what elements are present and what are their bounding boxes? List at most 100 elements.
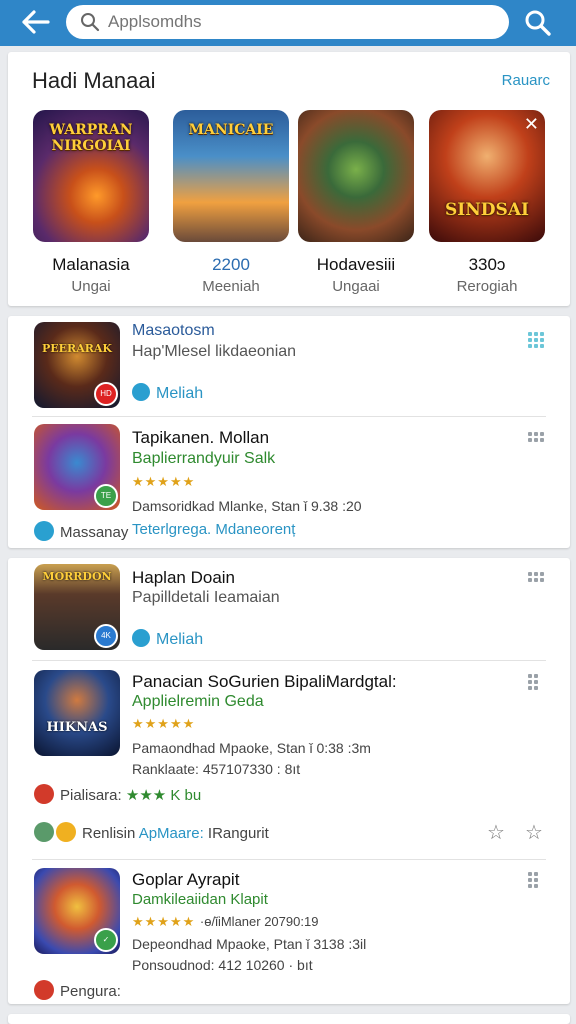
- divider: [32, 416, 546, 417]
- row-footer: Renlisin ApMaare: IRangurit: [34, 822, 269, 842]
- app-meta: Damsoridkad Mlanke, Stan ǐ 9.38 :20: [132, 498, 362, 514]
- app-meta: Depeondhad Mpaoke, Ptan ǐ 3138 :3il: [132, 936, 367, 952]
- more-vert-icon[interactable]: [528, 432, 544, 448]
- row-footer: Pialisara: ★★★ K bu: [34, 784, 201, 804]
- icon-label: PEERARAK: [42, 342, 112, 355]
- info-icon: [34, 980, 54, 1000]
- more-vert-icon[interactable]: [528, 572, 544, 588]
- app-subtitle: Rerogiah: [456, 278, 518, 295]
- app-meta: Ponsoudnod: 412 10260 · bıt: [132, 957, 313, 973]
- featured-app[interactable]: MANICAIE 2200 Meeniah: [173, 110, 289, 300]
- emoji-icon: [56, 822, 76, 842]
- divider: [32, 859, 546, 860]
- star-outline-icon[interactable]: ☆: [525, 820, 543, 845]
- star-outline-icon[interactable]: ☆: [487, 820, 505, 845]
- more-vert-icon[interactable]: [528, 674, 538, 692]
- rating-stars: ★★★★★: [132, 474, 196, 489]
- app-subtitle: Ungai: [71, 278, 111, 295]
- app-icon: MORRDON 4K: [34, 564, 120, 650]
- app-subtitle: Hap'Mlesel likdaeonian: [132, 343, 297, 360]
- app-title: Panacian SoGurien BipaliMardgtal:: [132, 672, 397, 691]
- app-artwork: WARPRAN NIRGOIAI: [33, 110, 149, 242]
- search-icon[interactable]: [523, 8, 553, 38]
- search-input[interactable]: [108, 11, 488, 33]
- art-label: WARPRAN NIRGOIAI: [49, 122, 133, 154]
- app-subtitle: Meeniah: [202, 278, 260, 295]
- app-subtitle: Damkileaiidan Klapit: [132, 891, 268, 908]
- tag-icon: [132, 629, 150, 647]
- footer-label: Renlisin: [82, 825, 136, 842]
- next-card: [8, 1014, 570, 1024]
- top-app-bar: [0, 0, 576, 46]
- list-item[interactable]: HIKNAS Panacian SoGurien BipaliMardgtal:…: [8, 666, 570, 816]
- install-link[interactable]: Meliah: [132, 629, 203, 649]
- app-title: Goplar Ayrapit: [132, 870, 240, 889]
- rating-detail: ·ɵ/ǐiMlaner 20790:19: [199, 914, 319, 929]
- link-label: Meliah: [156, 631, 204, 648]
- rating-stars: ★★★★★ ·ɵ/ǐiMlaner 20790:19: [132, 914, 318, 930]
- badge-icon: TE: [94, 484, 118, 508]
- info-icon: [34, 784, 54, 804]
- app-artwork: MANICAIE: [173, 110, 289, 242]
- app-subtitle: Papilldetali Ieamaian: [132, 589, 280, 606]
- divider: [32, 660, 546, 661]
- featured-app[interactable]: Hodavesiii Ungaai: [298, 110, 414, 300]
- section-title: Hadi Manaai: [32, 68, 156, 93]
- featured-app[interactable]: WARPRAN NIRGOIAI Malanasia Ungai: [33, 110, 149, 300]
- app-icon: ✓: [34, 868, 120, 954]
- row-footer: Massanay: [34, 521, 128, 541]
- app-title: Tapikanen. Mollan: [132, 428, 270, 447]
- info-icon: [34, 521, 54, 541]
- more-vert-icon[interactable]: [528, 332, 544, 348]
- footer-label: Massanay: [60, 524, 129, 541]
- row-footer: Pengura:: [34, 980, 121, 1000]
- app-icon: TE: [34, 424, 120, 510]
- footer-link[interactable]: Teterlgrega. Mdaneorenț: [132, 521, 295, 538]
- badge-icon: HD: [94, 382, 118, 406]
- list-item[interactable]: Renlisin ApMaare: IRangurit ☆ ☆: [8, 820, 570, 856]
- app-title: Haplan Doain: [132, 568, 236, 587]
- stars: ★★★★★: [132, 914, 196, 929]
- footer-rating: ★★★ K bu: [125, 787, 202, 804]
- list-item[interactable]: TE Tapikanen. Mollan Baplierrandyuir Sal…: [8, 420, 570, 548]
- footer-label: Pengura:: [60, 983, 121, 1000]
- featured-section: Hadi Manaai Rauarc WARPRAN NIRGOIAI Mala…: [8, 52, 570, 306]
- list-item[interactable]: ✓ Goplar Ayrapit Damkileaiidan Klapit ★★…: [8, 864, 570, 1004]
- app-subtitle: Applielremin Geda: [132, 693, 264, 710]
- app-artwork: [298, 110, 414, 242]
- footer-label: IRangurit: [207, 825, 269, 842]
- app-title: Masaotosm: [132, 322, 215, 339]
- app-list-card: MORRDON 4K Haplan Doain Papilldetali Iea…: [8, 558, 570, 1004]
- install-link[interactable]: Meliah: [132, 383, 203, 403]
- close-icon[interactable]: ✕: [524, 114, 539, 135]
- app-subtitle: Baplierrandyuir Salk: [132, 450, 276, 467]
- link-label: Meliah: [156, 385, 204, 402]
- tag-icon: [132, 383, 150, 401]
- icon-label: HIKNAS: [46, 720, 108, 735]
- search-icon: [81, 13, 100, 32]
- art-label: SINDSAI: [445, 200, 529, 220]
- more-vert-icon[interactable]: [528, 872, 538, 890]
- app-icon: HIKNAS: [34, 670, 120, 756]
- app-name: 330ɔ: [468, 255, 506, 274]
- avatar: [34, 822, 54, 842]
- app-meta: Ranklaate: 457107330 : 8ıt: [132, 761, 301, 777]
- app-icon: PEERARAK HD: [34, 322, 120, 408]
- list-item[interactable]: PEERARAK HD Masaotosm Hap'Mlesel likdaeo…: [8, 316, 570, 416]
- back-arrow-icon[interactable]: [20, 8, 52, 36]
- footer-label: Pialisara:: [60, 787, 122, 804]
- app-artwork: SINDSAI ✕: [429, 110, 545, 242]
- rating-stars: ★★★★★: [132, 716, 196, 731]
- app-name: 2200: [212, 255, 250, 274]
- footer-link[interactable]: ApMaare:: [139, 825, 204, 842]
- app-subtitle: Ungaai: [332, 278, 380, 295]
- app-name: Hodavesiii: [316, 255, 396, 274]
- app-list-card: PEERARAK HD Masaotosm Hap'Mlesel likdaeo…: [8, 316, 570, 548]
- art-label: MANICAIE: [188, 122, 274, 138]
- see-more-link[interactable]: Rauarc: [502, 72, 550, 89]
- search-box[interactable]: [66, 5, 509, 39]
- app-meta: Pamaondhad Mpaoke, Stan ǐ 0:38 :3m: [132, 740, 371, 756]
- badge-icon: 4K: [94, 624, 118, 648]
- list-item[interactable]: MORRDON 4K Haplan Doain Papilldetali Iea…: [8, 558, 570, 656]
- featured-app[interactable]: SINDSAI ✕ 330ɔ Rerogiah: [429, 110, 545, 300]
